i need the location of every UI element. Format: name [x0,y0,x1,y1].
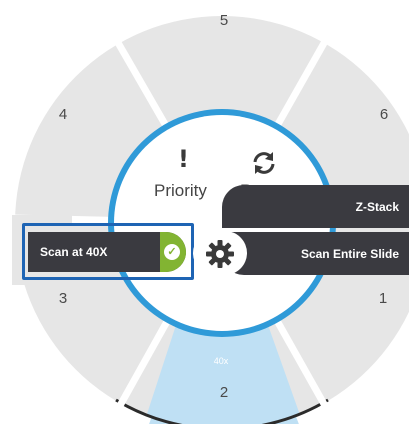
slot-number-1[interactable]: 1 [368,290,398,307]
slot-number-3[interactable]: 3 [48,290,78,307]
priority-label[interactable]: Priority [154,181,207,201]
z-stack-button[interactable]: Z-Stack [222,185,409,228]
scan-at-40x-label: Scan at 40X [40,245,108,259]
scan-entire-slide-button[interactable]: Scan Entire Slide [222,232,409,275]
exclamation-icon[interactable]: ! [178,145,189,173]
scan-entire-slide-label: Scan Entire Slide [300,246,399,261]
z-stack-label: Z-Stack [355,199,399,214]
slot-number-5[interactable]: 5 [209,12,239,29]
slot-number-6[interactable]: 6 [369,106,399,123]
slot-number-2[interactable]: 2 [209,384,239,401]
refresh-icon[interactable] [250,149,278,177]
slot-2-objective-label: 40x [213,356,229,366]
scan-at-40x-button[interactable]: Scan at 40X ✓ [28,232,186,272]
slot-number-4[interactable]: 4 [48,106,78,123]
scan-40x-checked-indicator: ✓ [160,232,186,272]
check-icon: ✓ [164,244,180,260]
gear-icon[interactable] [205,239,235,269]
